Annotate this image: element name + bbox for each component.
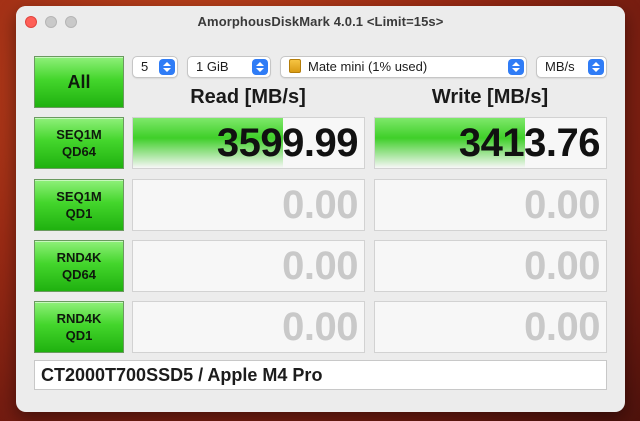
write-result-value: 3413.76 xyxy=(458,121,601,165)
chevron-up-down-icon xyxy=(252,59,268,75)
drive-select[interactable]: Mate mini (1% used) xyxy=(280,56,527,78)
test-count-value: 5 xyxy=(141,59,149,74)
test-count-select[interactable]: 5 xyxy=(132,56,178,78)
read-result-value: 0.00 xyxy=(282,183,358,227)
unit-select[interactable]: MB/s xyxy=(536,56,607,78)
test-button-label-line2: QD64 xyxy=(62,267,96,282)
test-size-value: 1 GiB xyxy=(196,59,229,74)
test-button-rnd4k-qd64[interactable]: RND4K QD64 xyxy=(34,240,124,292)
test-button-seq1m-qd64[interactable]: SEQ1M QD64 xyxy=(34,117,124,169)
window-title: AmorphousDiskMark 4.0.1 <Limit=15s> xyxy=(197,14,444,29)
read-result-value: 0.00 xyxy=(282,244,358,288)
chevron-up-down-icon xyxy=(508,59,524,75)
write-result-cell: 0.00 xyxy=(374,179,607,231)
chevron-up-down-icon xyxy=(159,59,175,75)
test-button-label-line1: SEQ1M xyxy=(56,127,102,142)
drive-value: Mate mini (1% used) xyxy=(308,59,428,74)
read-result-cell: 0.00 xyxy=(132,179,365,231)
write-result-cell: 3413.76 xyxy=(374,117,607,169)
write-result-cell: 0.00 xyxy=(374,240,607,292)
title-bar: AmorphousDiskMark 4.0.1 <Limit=15s> xyxy=(16,6,625,36)
test-size-select[interactable]: 1 GiB xyxy=(187,56,271,78)
test-button-rnd4k-qd1[interactable]: RND4K QD1 xyxy=(34,301,124,353)
test-button-seq1m-qd1[interactable]: SEQ1M QD1 xyxy=(34,179,124,231)
write-result-value: 0.00 xyxy=(524,183,600,227)
test-button-label-line1: SEQ1M xyxy=(56,189,102,204)
read-result-cell: 0.00 xyxy=(132,301,365,353)
read-result-cell: 0.00 xyxy=(132,240,365,292)
drive-icon xyxy=(289,59,301,73)
test-button-label-line1: RND4K xyxy=(56,250,102,265)
app-window: AmorphousDiskMark 4.0.1 <Limit=15s> All … xyxy=(16,6,625,412)
device-info-field[interactable]: CT2000T700SSD5 / Apple M4 Pro xyxy=(34,360,607,390)
test-button-label-line2: QD1 xyxy=(65,328,93,343)
write-column-header: Write [MB/s] xyxy=(431,86,549,108)
test-button-label-line1: RND4K xyxy=(56,311,102,326)
write-result-value: 0.00 xyxy=(524,244,600,288)
chevron-up-down-icon xyxy=(588,59,604,75)
read-column-header: Read [MB/s] xyxy=(190,86,306,108)
read-result-value: 0.00 xyxy=(282,305,358,349)
test-button-label-line2: QD1 xyxy=(65,206,93,221)
unit-value: MB/s xyxy=(545,59,575,74)
test-button-label-line2: QD64 xyxy=(62,144,96,159)
read-result-value: 3599.99 xyxy=(216,121,359,165)
write-result-cell: 0.00 xyxy=(374,301,607,353)
run-all-button[interactable]: All xyxy=(34,56,124,108)
read-result-cell: 3599.99 xyxy=(132,117,365,169)
write-result-value: 0.00 xyxy=(524,305,600,349)
